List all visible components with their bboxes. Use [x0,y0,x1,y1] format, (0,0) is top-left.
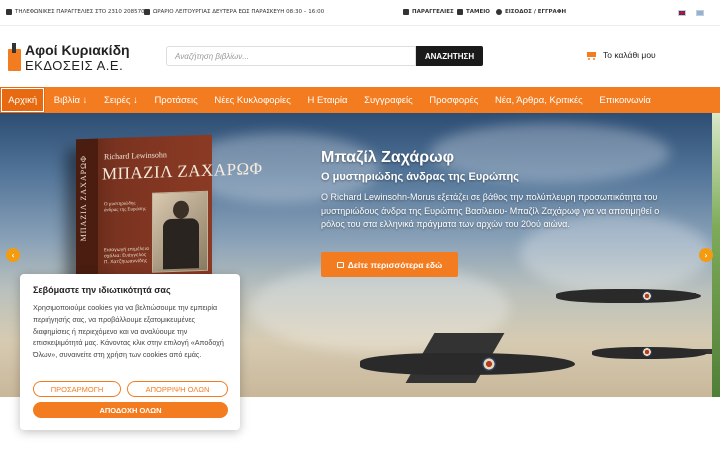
book-spine: ΜΠΑΖΙΛ ΖΑΧΑΡΩΦ [76,138,98,280]
book-publisher-note: Εισαγωγή επιμέλεια σχόλια: Ευάγγελος Π. … [104,246,150,266]
nav-item-authors[interactable]: Συγγραφείς [356,87,421,113]
slider-prev-arrow-icon[interactable]: ‹ [6,248,20,262]
hero-subtitle: Ο μυστηριώδης άνδρας της Ευρώπης [321,171,519,183]
nav-item-news[interactable]: Νέα, Άρθρα, Κριτικές [487,87,591,113]
phone-icon [6,9,12,15]
nav-item-series[interactable]: Σειρές ↓ [96,87,146,113]
logo-name[interactable]: Αφοί Κυριακίδη [25,42,130,58]
hero-title: Μπαζίλ Ζαχάρωφ [321,149,455,166]
cart-link[interactable]: Το καλάθι μου [586,50,656,60]
nav-item-contact[interactable]: Επικοινωνία [591,87,659,113]
main-nav: Αρχική Βιβλία ↓ Σειρές ↓ Προτάσεις Νέες … [0,87,720,113]
hero-description: Ο Richard Lewinsohn-Morus εξετάζει σε βά… [321,192,660,229]
cookie-customize-button[interactable]: ΠΡΟΣΑΡΜΟΓΗ [33,381,121,397]
cashier-icon [457,9,463,15]
nav-item-new-releases[interactable]: Νέες Κυκλοφορίες [206,87,299,113]
cashier-link[interactable]: ΤΑΜΕΙΟ [457,9,490,15]
plane-image [592,335,712,375]
cookie-text: Χρησιμοποιούμε cookies για να βελτιώσουμ… [33,303,224,360]
cookie-reject-all-button[interactable]: ΑΠΟΡΡΙΨΗ ΟΛΩΝ [127,381,228,397]
cart-icon [586,51,597,60]
phone-info: ΤΗΛΕΦΩΝΙΚΕΣ ΠΑΡΑΓΓΕΛΙΕΣ ΣΤΟ 2310 208570 [6,9,145,15]
page: ΤΗΛΕΦΩΝΙΚΕΣ ΠΑΡΑΓΓΕΛΙΕΣ ΣΤΟ 2310 208570 … [0,0,720,450]
book-author: Richard Lewinsohn [104,150,167,162]
english-flag-icon[interactable] [678,10,686,16]
hero-cta-label: Δείτε περισσότερα εδώ [347,259,443,270]
cookie-accept-all-button[interactable]: ΑΠΟΔΟΧΗ ΟΛΩΝ [33,402,228,418]
hours-text: ΩΡΑΡΙΟ ΛΕΙΤΟΥΡΓΙΑΣ ΔΕΥΤΕΡΑ ΕΩΣ ΠΑΡΑΣΚΕΥΗ… [153,9,325,15]
greek-flag-icon[interactable] [696,10,704,16]
hero-cta-button[interactable]: Δείτε περισσότερα εδώ [321,252,458,277]
book-subtitle: Ο μυστηριώδης άνδρας της Ευρώπης [104,201,146,214]
orders-link[interactable]: ΠΑΡΑΓΓΕΛΙΕΣ [403,9,454,15]
user-icon [496,9,502,15]
nav-item-suggestions[interactable]: Προτάσεις [146,87,206,113]
book-portrait-image [152,190,208,273]
nav-item-books[interactable]: Βιβλία ↓ [45,87,95,113]
cookie-title: Σεβόμαστε την ιδιωτικότητά σας [33,285,171,295]
logo-pencil-shape [12,43,16,53]
nav-item-offers[interactable]: Προσφορές [421,87,487,113]
nav-item-company[interactable]: Η Εταιρία [299,87,356,113]
cart-label: Το καλάθι μου [603,50,656,60]
next-slide-preview [712,113,720,397]
logo-icon[interactable] [8,43,21,71]
plane-image [360,323,580,393]
hours-info: ΩΡΑΡΙΟ ΛΕΙΤΟΥΡΓΙΑΣ ΔΕΥΤΕΡΑ ΕΩΣ ΠΑΡΑΣΚΕΥΗ… [144,9,324,15]
search-button[interactable]: ΑΝΑΖΗΤΗΣΗ [416,46,483,66]
book-icon [336,261,344,268]
login-label: ΕΙΣΟΔΟΣ / ΕΓΓΡΑΦΗ [505,9,567,15]
search-input[interactable]: Αναζήτηση βιβλίων... [166,46,416,66]
top-bar: ΤΗΛΕΦΩΝΙΚΕΣ ΠΑΡΑΓΓΕΛΙΕΣ ΣΤΟ 2310 208570 … [0,0,720,26]
orders-icon [403,9,409,15]
logo-subtitle[interactable]: ΕΚΔΟΣΕΙΣ Α.Ε. [25,58,123,73]
nav-item-home[interactable]: Αρχική [0,87,46,113]
phone-text: ΤΗΛΕΦΩΝΙΚΕΣ ΠΑΡΑΓΓΕΛΙΕΣ ΣΤΟ 2310 208570 [15,9,145,15]
plane-image [556,277,706,317]
book-cover-image[interactable]: ΜΠΑΖΙΛ ΖΑΧΑΡΩΦ Richard Lewinsohn ΜΠΑΖΙΛ … [76,134,263,280]
slider-next-arrow-icon[interactable]: › [699,248,713,262]
cashier-label: ΤΑΜΕΙΟ [466,9,490,15]
cookie-consent-panel: Σεβόμαστε την ιδιωτικότητά σας Χρησιμοπο… [20,274,240,430]
clock-icon [144,9,150,15]
orders-label: ΠΑΡΑΓΓΕΛΙΕΣ [412,9,454,15]
login-link[interactable]: ΕΙΣΟΔΟΣ / ΕΓΓΡΑΦΗ [496,9,566,15]
